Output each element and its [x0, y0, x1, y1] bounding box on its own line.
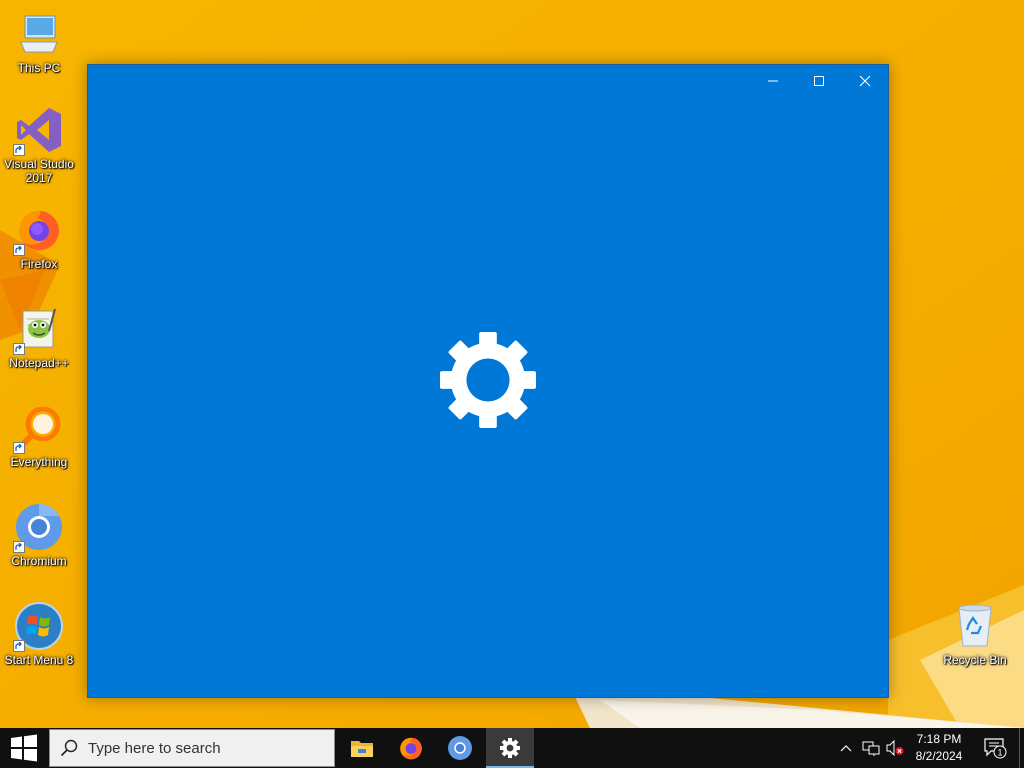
desktop-icon-everything[interactable]: Everything [1, 402, 77, 469]
maximize-icon [814, 76, 824, 86]
gear-icon [439, 331, 537, 429]
chevron-up-icon [840, 745, 852, 752]
chromium-icon [448, 736, 472, 760]
desktop-icon-recycle-bin[interactable]: Recycle Bin [937, 600, 1013, 667]
file-explorer-icon [351, 741, 373, 757]
network-icon [862, 741, 880, 756]
minimize-button[interactable] [750, 65, 796, 97]
shortcut-arrow-icon [13, 442, 25, 454]
search-icon [50, 730, 88, 766]
taskbar: Type here to search 7:18 PM 8/2/2024 1 [0, 728, 1024, 768]
notification-count: 1 [997, 748, 1002, 758]
desktop-icon-label: Chromium [11, 554, 67, 568]
volume-muted-icon [886, 740, 904, 756]
settings-gear-icon [500, 738, 520, 758]
taskbar-file-explorer[interactable] [338, 728, 386, 768]
desktop-icon-label: Firefox [20, 257, 58, 271]
desktop-icon-this-pc[interactable]: This PC [1, 8, 77, 75]
title-bar[interactable] [88, 65, 888, 97]
volume-tray-button[interactable] [884, 728, 906, 768]
clock-time: 7:18 PM [916, 732, 962, 746]
recycle-bin-icon [949, 600, 1001, 652]
action-center-button[interactable]: 1 [976, 728, 1014, 768]
desktop-icon-chromium[interactable]: Chromium [1, 501, 77, 568]
desktop-icon-label: Notepad++ [9, 356, 69, 370]
shortcut-arrow-icon [13, 541, 25, 553]
show-desktop-button[interactable] [1019, 728, 1024, 768]
close-button[interactable] [842, 65, 888, 97]
desktop-icon-label: Visual Studio 2017 [4, 157, 74, 185]
minimize-icon [768, 80, 778, 82]
desktop-icon-label: This PC [17, 61, 61, 75]
desktop-icon-firefox[interactable]: Firefox [1, 204, 77, 271]
shortcut-arrow-icon [13, 640, 25, 652]
firefox-icon [13, 204, 65, 256]
windows-logo-icon [11, 734, 37, 762]
computer-icon [13, 8, 65, 60]
close-icon [859, 75, 871, 87]
taskbar-firefox[interactable] [387, 728, 435, 768]
desktop-icon-label: Recycle Bin [943, 653, 1007, 667]
desktop-icon-notepad-plus-plus[interactable]: Notepad++ [1, 303, 77, 370]
desktop-icon-label: Start Menu 8 [4, 653, 74, 667]
everything-search-icon [13, 402, 65, 454]
shortcut-arrow-icon [13, 144, 25, 156]
notification-icon: 1 [984, 738, 1007, 759]
taskbar-clock[interactable]: 7:18 PM 8/2/2024 [908, 728, 970, 768]
search-placeholder: Type here to search [88, 739, 221, 757]
start-menu-8-icon [13, 600, 65, 652]
clock-date: 8/2/2024 [915, 749, 963, 763]
network-tray-button[interactable] [860, 728, 882, 768]
start-button[interactable] [0, 728, 48, 768]
visual-studio-icon [13, 104, 65, 156]
taskbar-search-box[interactable]: Type here to search [49, 729, 335, 767]
maximize-button[interactable] [796, 65, 842, 97]
taskbar-chromium[interactable] [436, 728, 484, 768]
firefox-icon [400, 737, 422, 760]
taskbar-settings[interactable] [486, 728, 534, 768]
desktop-icon-visual-studio[interactable]: Visual Studio 2017 [1, 104, 77, 185]
shortcut-arrow-icon [13, 343, 25, 355]
desktop-icon-start-menu-8[interactable]: Start Menu 8 [1, 600, 77, 667]
chromium-icon [13, 501, 65, 553]
notepad-plus-plus-icon [13, 303, 65, 355]
shortcut-arrow-icon [13, 244, 25, 256]
desktop-icon-label: Everything [10, 455, 68, 469]
show-hidden-icons-button[interactable] [836, 728, 856, 768]
settings-window[interactable] [87, 64, 889, 698]
